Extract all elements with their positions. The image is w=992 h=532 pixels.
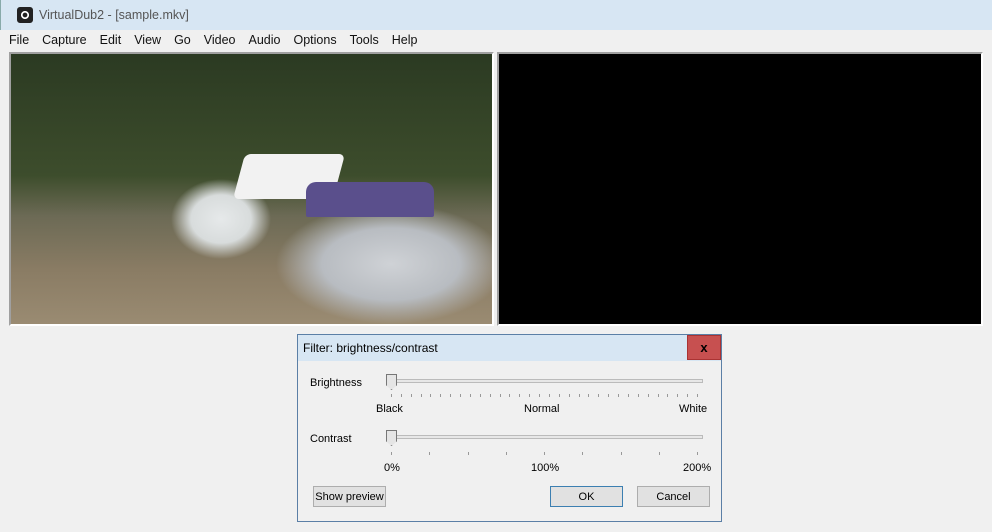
window-title: VirtualDub2 - [sample.mkv] bbox=[39, 8, 189, 22]
slider-tick bbox=[657, 394, 659, 397]
slider-tick bbox=[677, 394, 679, 397]
contrast-slider[interactable] bbox=[386, 435, 703, 439]
slider-tick bbox=[697, 394, 698, 397]
app-icon bbox=[17, 7, 33, 23]
menu-help[interactable]: Help bbox=[392, 33, 418, 47]
menu-audio[interactable]: Audio bbox=[249, 33, 281, 47]
slider-tick bbox=[391, 452, 392, 455]
contrast-slider-thumb[interactable] bbox=[386, 430, 397, 446]
menu-video[interactable]: Video bbox=[204, 33, 236, 47]
slider-tick bbox=[429, 452, 431, 455]
cancel-button[interactable]: Cancel bbox=[637, 486, 710, 507]
slider-tick bbox=[588, 394, 590, 397]
slider-tick bbox=[544, 452, 545, 455]
slider-tick bbox=[598, 394, 600, 397]
close-button[interactable]: x bbox=[687, 335, 721, 360]
slider-tick bbox=[430, 394, 432, 397]
brightness-slider[interactable] bbox=[386, 379, 703, 383]
menu-tools[interactable]: Tools bbox=[350, 33, 379, 47]
slider-tick bbox=[479, 394, 481, 397]
slider-tick bbox=[620, 452, 622, 455]
slider-tick bbox=[687, 394, 689, 397]
slider-tick bbox=[578, 394, 580, 397]
slider-tick bbox=[519, 394, 521, 397]
slider-tick bbox=[505, 452, 507, 455]
contrast-label: Contrast bbox=[310, 433, 352, 445]
slider-tick bbox=[391, 394, 392, 397]
slider-tick bbox=[647, 394, 649, 397]
slider-tick bbox=[618, 394, 620, 397]
menu-bar: File Capture Edit View Go Video Audio Options To… bbox=[0, 30, 992, 50]
slider-tick bbox=[529, 394, 531, 397]
slider-tick bbox=[568, 394, 570, 397]
slider-tick bbox=[420, 394, 422, 397]
brightness-label: Brightness bbox=[310, 377, 362, 389]
contrast-max-label: 200% bbox=[683, 462, 712, 474]
menu-file[interactable]: File bbox=[9, 33, 29, 47]
ok-button[interactable]: OK bbox=[550, 486, 623, 507]
slider-tick bbox=[400, 394, 402, 397]
slider-tick bbox=[509, 394, 511, 397]
contrast-min-label: 0% bbox=[384, 462, 400, 474]
slider-tick bbox=[667, 394, 669, 397]
slider-tick bbox=[489, 394, 491, 397]
slider-tick bbox=[499, 394, 501, 397]
brightness-max-label: White bbox=[679, 403, 708, 415]
show-preview-button[interactable]: Show preview bbox=[313, 486, 386, 507]
slider-tick bbox=[440, 394, 442, 397]
slider-tick bbox=[582, 452, 584, 455]
dialog-title-bar: Filter: brightness/contrast bbox=[298, 335, 721, 361]
menu-edit[interactable]: Edit bbox=[100, 33, 122, 47]
title-bar: VirtualDub2 - [sample.mkv] bbox=[0, 0, 992, 30]
slider-tick bbox=[467, 452, 469, 455]
slider-tick bbox=[460, 394, 462, 397]
video-frame-car bbox=[306, 182, 434, 217]
brightness-mid-label: Normal bbox=[524, 403, 560, 415]
output-video-pane bbox=[497, 52, 983, 326]
slider-tick bbox=[697, 452, 698, 455]
brightness-min-label: Black bbox=[376, 403, 403, 415]
slider-tick bbox=[627, 394, 629, 397]
input-video-pane bbox=[9, 52, 494, 326]
brightness-slider-thumb[interactable] bbox=[386, 374, 397, 390]
menu-go[interactable]: Go bbox=[174, 33, 191, 47]
slider-tick bbox=[608, 394, 610, 397]
slider-tick bbox=[410, 394, 412, 397]
slider-tick bbox=[469, 394, 471, 397]
filter-dialog: Filter: brightness/contrast x Brightness… bbox=[297, 334, 722, 522]
slider-tick bbox=[450, 394, 452, 397]
slider-tick bbox=[548, 394, 550, 397]
slider-tick bbox=[637, 394, 639, 397]
dialog-title: Filter: brightness/contrast bbox=[303, 341, 438, 355]
slider-tick bbox=[539, 394, 541, 397]
slider-tick bbox=[558, 394, 560, 397]
slider-tick bbox=[658, 452, 660, 455]
menu-capture[interactable]: Capture bbox=[42, 33, 86, 47]
menu-view[interactable]: View bbox=[134, 33, 161, 47]
menu-options[interactable]: Options bbox=[293, 33, 336, 47]
contrast-mid-label: 100% bbox=[531, 462, 560, 474]
